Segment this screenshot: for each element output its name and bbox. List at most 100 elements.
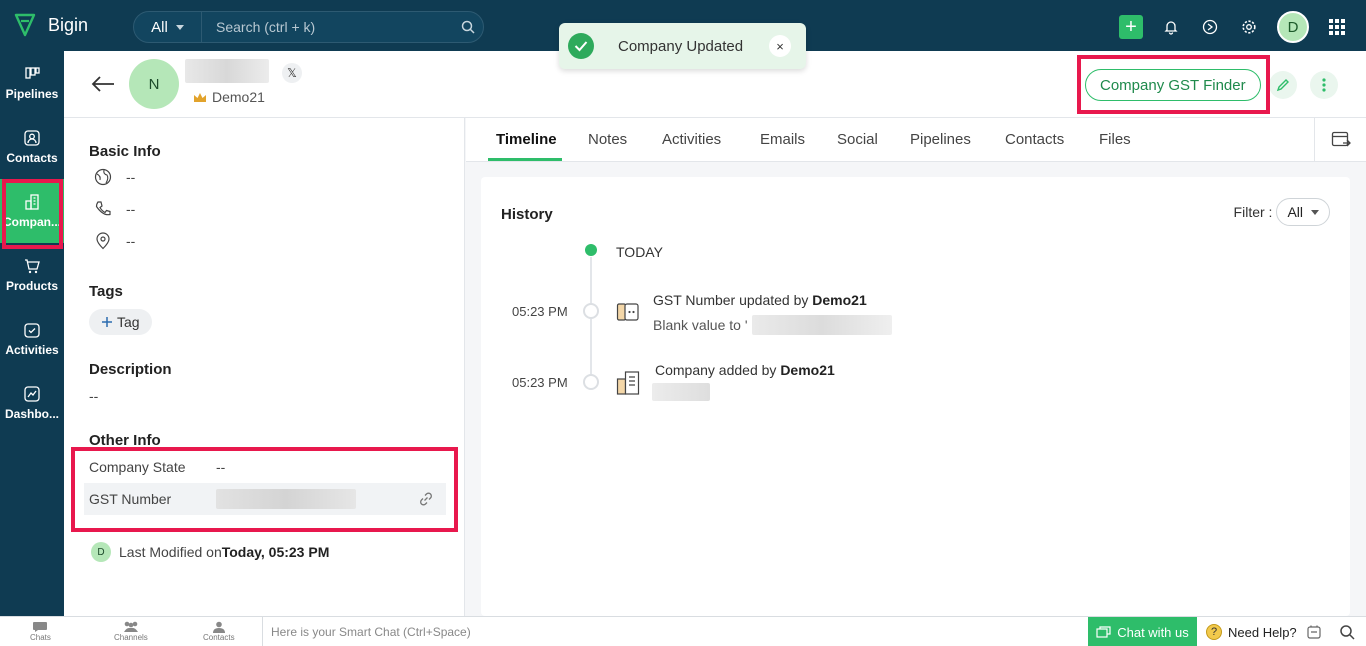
add-tag-button[interactable]: Tag [89,309,152,335]
help-icon: ? [1206,624,1222,640]
marketplace-icon[interactable] [1199,16,1221,38]
company-added-icon [616,370,642,401]
dashboard-icon [24,386,40,402]
create-new-button[interactable]: + [1119,15,1143,39]
chat-icon [1096,625,1111,638]
nav-item-pipelines[interactable]: Pipelines [0,51,64,115]
history-filter: Filter : All [1234,198,1330,226]
tab-timeline[interactable]: Timeline [496,131,557,148]
entry-user[interactable]: Demo21 [780,362,834,378]
close-icon[interactable]: × [769,35,791,57]
entry-user[interactable]: Demo21 [812,292,866,308]
tab-contacts[interactable]: Contacts [1005,131,1064,148]
description-title: Description [89,361,172,378]
bigin-logo[interactable]: Bigin [12,12,88,38]
more-options-icon[interactable] [1310,71,1338,99]
back-arrow-icon[interactable] [90,75,116,98]
entry-title: Company added by Demo21 [655,362,835,378]
highlight-box-gst-finder [1077,55,1270,114]
entry-title-text: GST Number updated by [653,292,813,308]
location-pin-icon [96,232,110,250]
highlight-box-companies [2,179,63,249]
description-value: -- [89,388,99,404]
user-avatar[interactable]: D [1277,11,1309,43]
tab-settings-icon[interactable] [1314,118,1366,162]
need-help-button[interactable]: ? Need Help? [1206,624,1297,640]
bottom-channels-label: Channels [114,633,148,642]
last-modified: D Last Modified on Today, 05:23 PM [91,542,329,562]
company-avatar[interactable]: N [129,59,179,109]
today-label: TODAY [616,244,663,260]
products-icon [25,259,40,274]
modifier-avatar: D [91,542,111,562]
toast-notification: Company Updated × [559,23,806,69]
channels-icon [123,621,138,632]
toast-message: Company Updated [618,37,744,55]
global-search: All [133,11,484,43]
entry-time: 05:23 PM [512,375,568,390]
filter-label: Filter : [1233,204,1273,220]
history-card: History Filter : All TODAY 05:23 PM GST … [481,177,1350,616]
record-owner[interactable]: Demo21 [193,89,265,105]
bottom-contacts-label: Contacts [203,633,235,642]
entry-detail-text: Blank value to ' [653,317,748,333]
record-tabs: Timeline Notes Activities Emails Social … [466,118,1366,162]
nav-item-activities[interactable]: Activities [0,307,64,371]
tab-social[interactable]: Social [837,131,878,148]
nav-label: Activities [5,343,59,357]
tags-title: Tags [89,283,123,300]
bell-icon[interactable] [1160,16,1182,38]
filter-value: All [1287,204,1303,220]
tab-files[interactable]: Files [1099,131,1131,148]
chat-with-us-button[interactable]: Chat with us [1088,617,1197,646]
app-name: Bigin [48,14,89,35]
website-value: -- [126,169,136,185]
details-panel: Basic Info -- -- -- Tags Tag Description… [64,118,465,616]
address-value: -- [126,233,136,249]
search-input[interactable] [202,19,453,35]
bottom-contacts[interactable]: Contacts [203,621,235,642]
bottom-chats[interactable]: Chats [30,621,51,642]
entry-detail-redacted [652,383,710,401]
nav-item-products[interactable]: Products [0,243,64,307]
timeline-dot [583,374,599,390]
nav-label: Contacts [6,151,58,165]
search-icon[interactable] [1339,624,1355,645]
pipelines-icon [25,67,40,79]
bottom-channels[interactable]: Channels [114,621,148,642]
x-social-icon[interactable]: 𝕏 [282,63,302,83]
need-help-label: Need Help? [1228,624,1297,640]
chat-bubble-icon [33,622,48,632]
entry-title-text: Company added by [655,362,781,378]
plus-icon [102,317,112,327]
search-icon[interactable] [453,20,483,34]
last-modified-time: Today, 05:23 PM [221,544,330,560]
announcement-icon[interactable] [1306,624,1322,645]
globe-icon [94,168,112,186]
gst-update-icon [616,301,640,328]
nav-item-dashboards[interactable]: Dashbo... [0,371,64,435]
gear-icon[interactable] [1238,16,1260,38]
bottom-chats-label: Chats [30,633,51,642]
nav-item-contacts[interactable]: Contacts [0,115,64,179]
active-tab-indicator [488,158,562,161]
edit-pencil-icon[interactable] [1269,71,1297,99]
tab-activities[interactable]: Activities [662,131,721,148]
chevron-down-icon [175,24,184,30]
timeline-dot [583,303,599,319]
filter-dropdown[interactable]: All [1276,198,1330,226]
last-modified-label: Last Modified on [119,544,222,560]
search-scope-dropdown[interactable]: All [134,12,202,42]
phone-row: -- [94,200,135,218]
entry-detail-redacted [751,315,892,335]
entry-time: 05:23 PM [512,304,568,319]
smart-chat-input[interactable]: Here is your Smart Chat (Ctrl+Space) [271,625,471,639]
tab-emails[interactable]: Emails [760,131,805,148]
address-row: -- [94,232,135,250]
app-grid-icon[interactable] [1326,16,1348,38]
tab-pipelines[interactable]: Pipelines [910,131,971,148]
history-title: History [501,206,553,223]
timeline-today-dot [585,244,597,256]
tab-notes[interactable]: Notes [588,131,627,148]
check-circle-icon [568,33,594,59]
